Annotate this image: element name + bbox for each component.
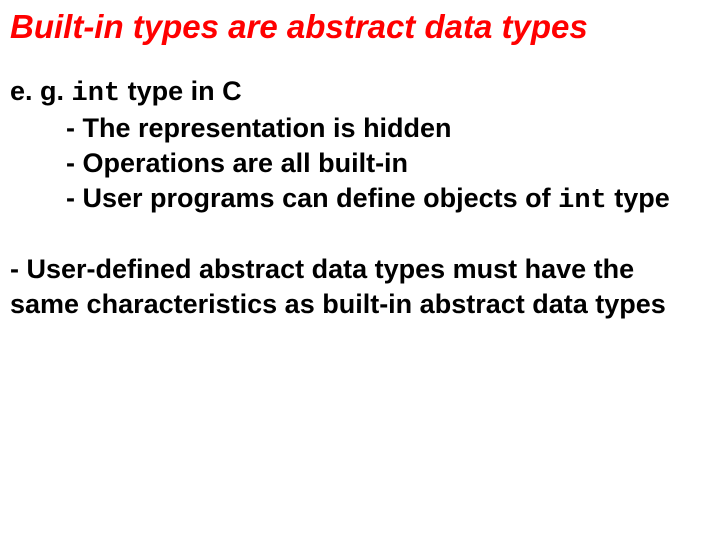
code-int: int	[558, 186, 607, 216]
example-lead: e. g. int type in C	[10, 74, 710, 112]
bullet: - User programs can define objects of in…	[66, 181, 710, 219]
spacer	[10, 218, 710, 252]
example-lead-suffix: type in C	[120, 76, 242, 106]
bullet-suffix: type	[607, 183, 670, 213]
bullet: - The representation is hidden	[66, 111, 710, 146]
paragraph: - User-defined abstract data types must …	[10, 252, 710, 321]
example-lead-prefix: e. g.	[10, 76, 72, 106]
code-int: int	[72, 79, 121, 109]
slide-body: e. g. int type in C - The representation…	[10, 74, 710, 321]
example-bullets: - The representation is hidden - Operati…	[10, 111, 710, 218]
bullet: - Operations are all built-in	[66, 146, 710, 181]
slide-title: Built-in types are abstract data types	[10, 8, 710, 46]
bullet-text: - User programs can define objects of	[66, 183, 551, 213]
slide: Built-in types are abstract data types e…	[0, 0, 720, 540]
